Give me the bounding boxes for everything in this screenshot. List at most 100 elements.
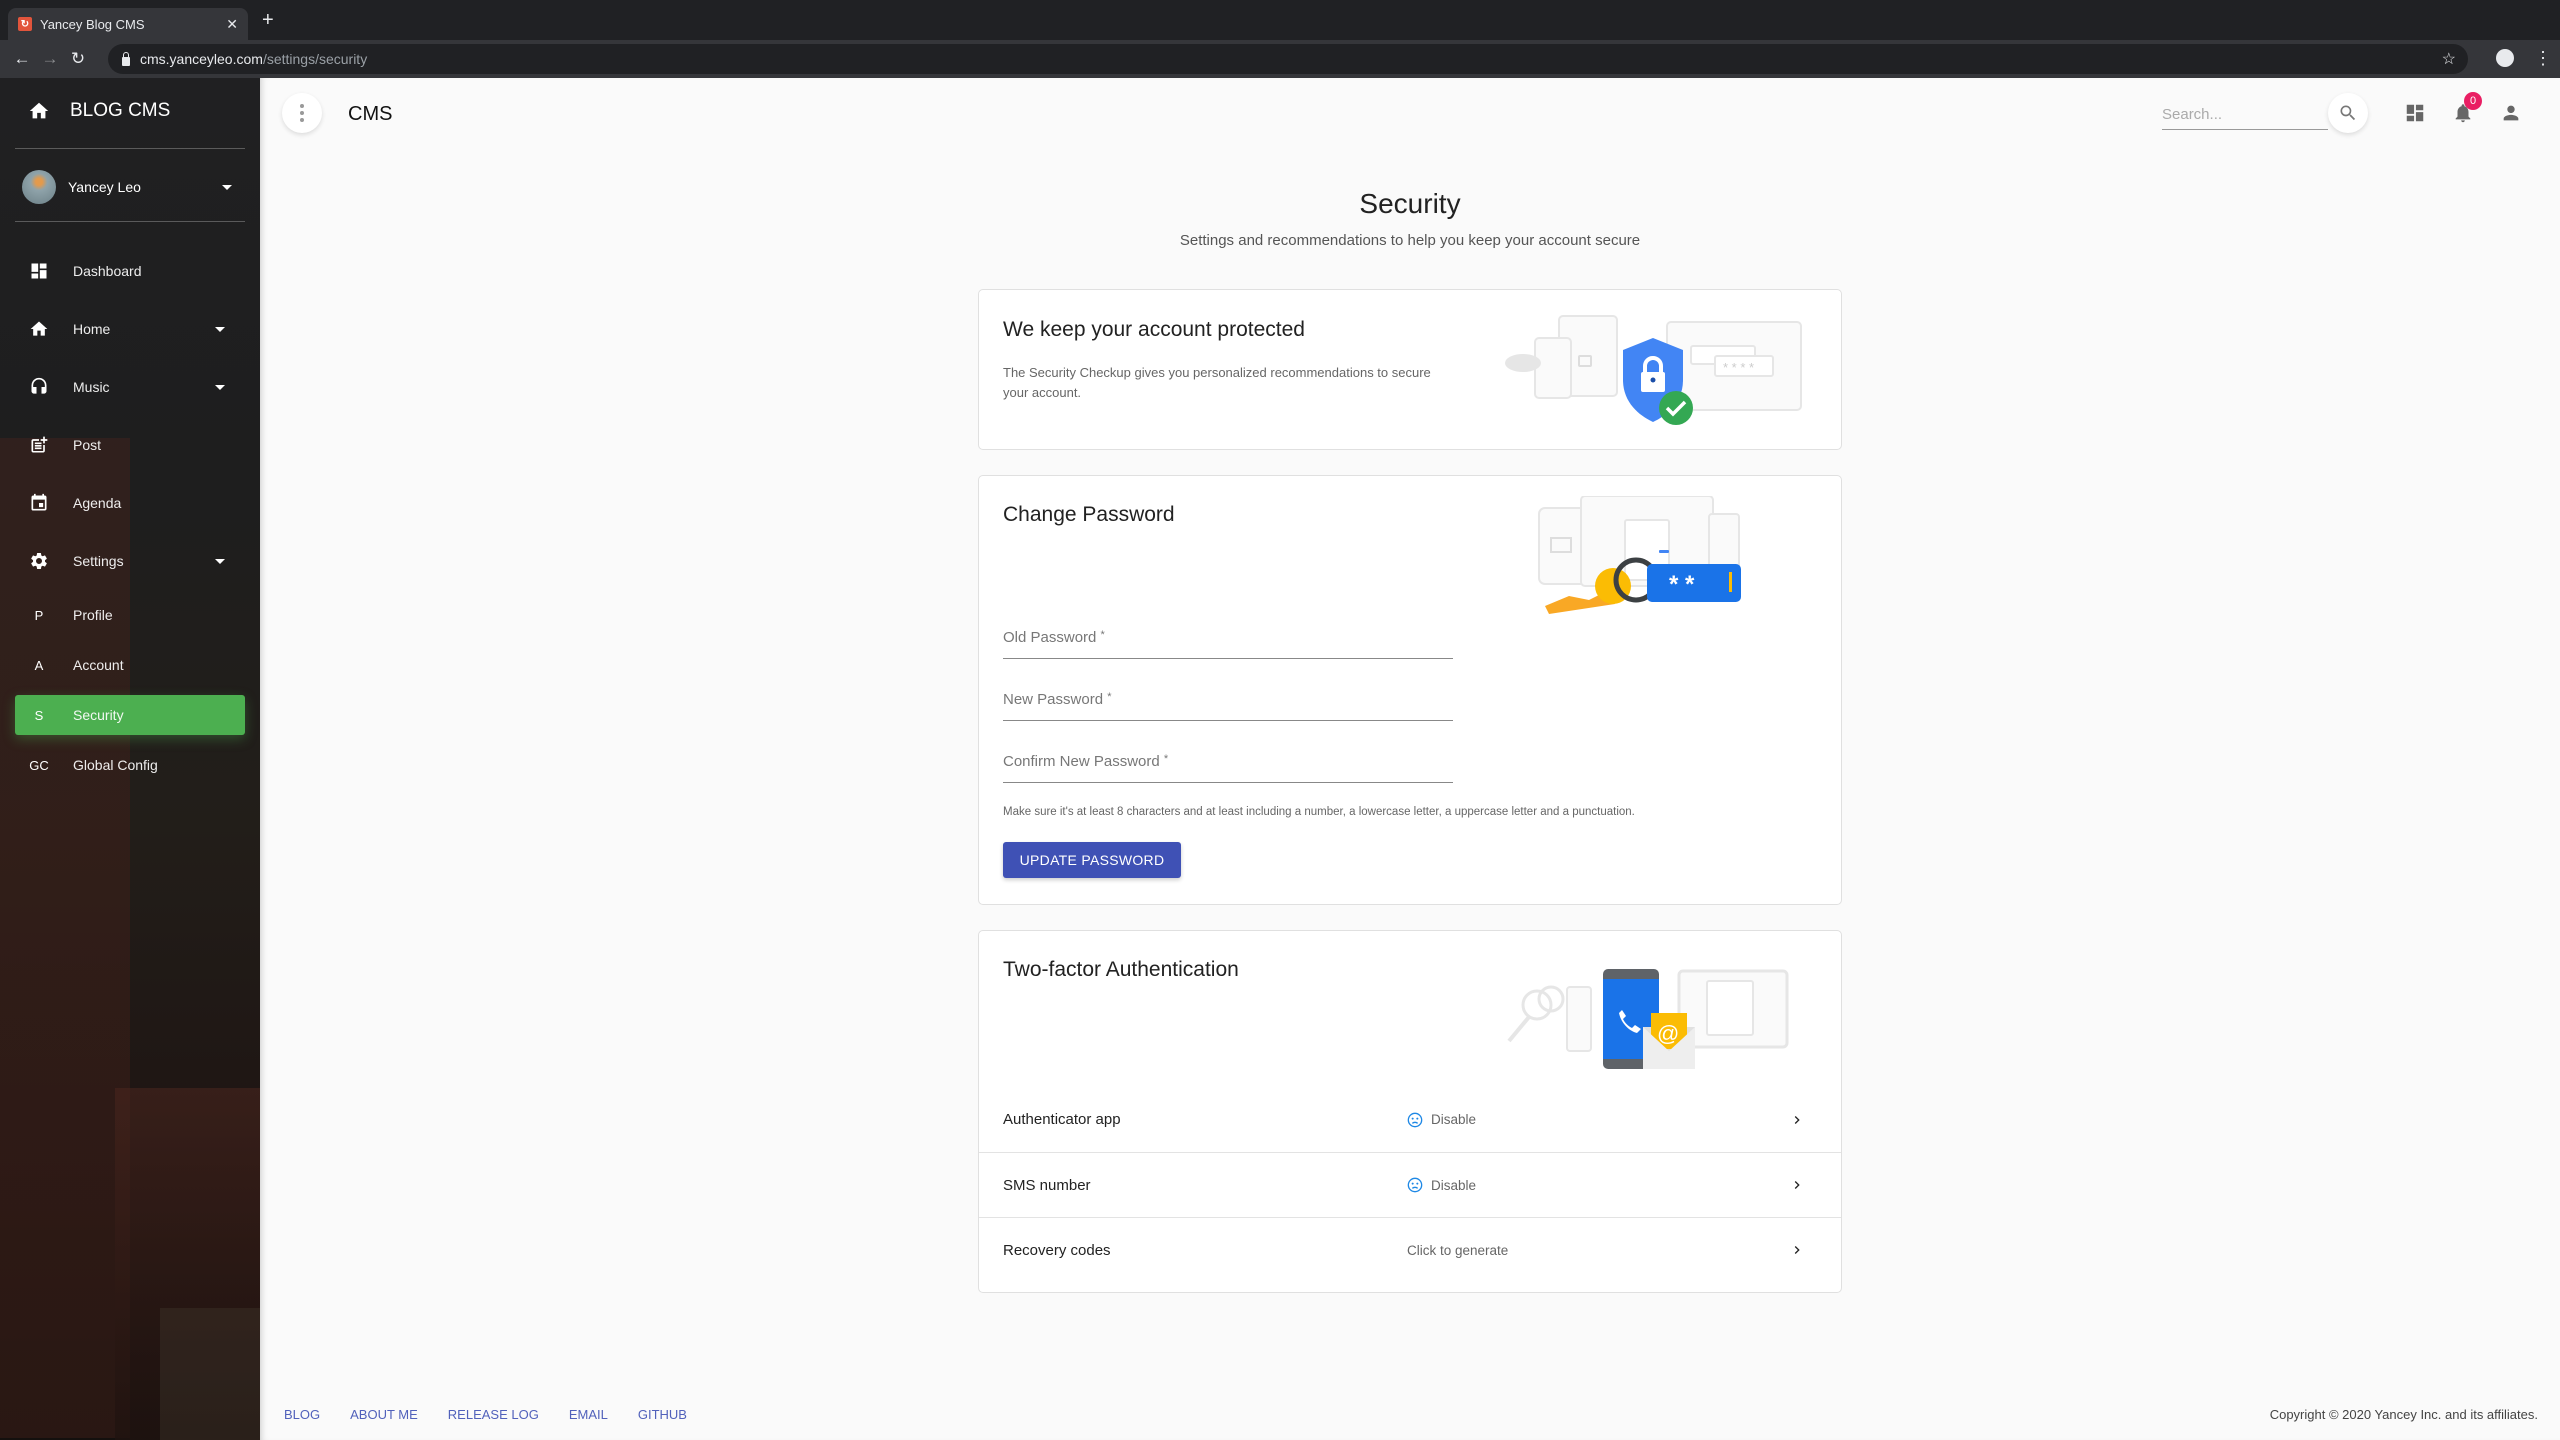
notifications-button[interactable]: 0 — [2450, 92, 2482, 126]
tfa-row-status: Disable — [1407, 1177, 1476, 1193]
notification-badge: 0 — [2464, 92, 2482, 110]
tfa-row-sms[interactable]: SMS number Disable — [979, 1152, 1841, 1217]
sidebar-background-image — [0, 438, 130, 1438]
home-icon — [29, 102, 49, 119]
new-tab-button[interactable]: + — [262, 10, 274, 30]
url-host: cms.yanceyleo.com — [140, 51, 263, 67]
sidebar-item-agenda[interactable]: Agenda — [15, 483, 245, 523]
bookmark-star-icon[interactable]: ☆ — [2442, 49, 2456, 69]
user-name: Yancey Leo — [68, 179, 141, 195]
two-factor-card: Two-factor Authentication @ Authenticato… — [978, 930, 1842, 1293]
browser-profile-icon[interactable] — [2496, 49, 2514, 67]
tfa-status-text: Disable — [1431, 1112, 1477, 1127]
person-icon — [2503, 105, 2519, 121]
sidebar-item-label: Home — [73, 321, 111, 337]
sidebar-item-abbr: S — [34, 707, 44, 723]
footer-link-github[interactable]: GITHUB — [638, 1407, 687, 1422]
tfa-row-authenticator[interactable]: Authenticator app Disable — [979, 1087, 1841, 1152]
sidebar-item-dashboard[interactable]: Dashboard — [15, 251, 245, 291]
update-password-button[interactable]: UPDATE PASSWORD — [1003, 842, 1181, 878]
copyright: Copyright © 2020 Yancey Inc. and its aff… — [2269, 1407, 2538, 1422]
new-password-input[interactable] — [1003, 685, 1453, 720]
page-subtitle: Settings and recommendations to help you… — [1179, 232, 1641, 249]
footer-links: BLOG ABOUT ME RELEASE LOG EMAIL GITHUB — [284, 1407, 687, 1422]
sidebar-item-label: Music — [73, 379, 110, 395]
sidebar-item-label: Settings — [73, 553, 124, 569]
search-input[interactable] — [2162, 106, 2328, 123]
sidebar-item-security[interactable]: S Security — [15, 695, 245, 735]
card-description: The Security Checkup gives you personali… — [1003, 365, 1431, 400]
old-password-field[interactable]: Old Password * — [1003, 623, 1453, 659]
chevron-right-icon — [1794, 1181, 1800, 1189]
sidebar-item-post[interactable]: Post — [15, 425, 245, 465]
sidebar-item-global-config[interactable]: GC Global Config — [15, 745, 245, 785]
sidebar-item-label: Agenda — [73, 495, 122, 511]
change-password-card: Change Password * * Old Password * New P… — [978, 475, 1842, 905]
sidebar-background-image-part — [160, 1308, 260, 1440]
confirm-password-field[interactable]: Confirm New Password * — [1003, 747, 1453, 783]
confirm-password-input[interactable] — [1003, 747, 1453, 782]
favicon-icon: ↻ — [18, 17, 32, 31]
password-hint: Make sure it's at least 8 characters and… — [1003, 806, 1635, 818]
forward-icon[interactable]: → — [36, 49, 64, 69]
dashboard-view-button[interactable] — [2402, 100, 2428, 126]
caret-down-icon — [222, 184, 232, 190]
address-bar[interactable]: cms.yanceyleo.com/settings/security ☆ — [108, 44, 2468, 74]
avatar — [22, 170, 56, 204]
sad-face-icon — [1407, 1112, 1423, 1127]
svg-text:* * * *: * * * * — [1723, 360, 1754, 375]
sidebar: BLOG CMS Yancey Leo Dashboard Home Music… — [0, 78, 260, 1440]
close-tab-icon[interactable]: ✕ — [226, 16, 238, 33]
password-key-illustration: * * — [1538, 496, 1741, 614]
page-title: Security — [1359, 188, 1461, 219]
home-icon — [29, 319, 49, 339]
old-password-input[interactable] — [1003, 623, 1453, 658]
caret-down-icon — [215, 558, 225, 564]
lock-icon — [122, 51, 130, 66]
sidebar-item-settings[interactable]: Settings — [15, 541, 245, 581]
footer-link-blog[interactable]: BLOG — [284, 1407, 320, 1422]
back-icon[interactable]: ← — [8, 49, 36, 69]
sad-face-icon — [1407, 1177, 1423, 1193]
tfa-status-text: Click to generate — [1407, 1242, 1509, 1258]
new-password-field[interactable]: New Password * — [1003, 685, 1453, 721]
reload-icon[interactable]: ↻ — [64, 49, 92, 69]
sidebar-item-label: Profile — [73, 607, 113, 623]
sidebar-item-abbr: P — [34, 607, 44, 623]
tfa-row-recovery-codes[interactable]: Recovery codes Click to generate — [979, 1217, 1841, 1282]
tfa-row-status: Disable — [1407, 1112, 1476, 1128]
headphones-icon — [29, 377, 49, 397]
tfa-row-label: Authenticator app — [1003, 1111, 1121, 1128]
browser-tab[interactable]: ↻ Yancey Blog CMS ✕ — [8, 8, 248, 40]
sidebar-item-profile[interactable]: P Profile — [15, 595, 245, 635]
search-icon — [2340, 105, 2356, 121]
account-button[interactable] — [2498, 100, 2524, 126]
footer-link-email[interactable]: EMAIL — [569, 1407, 608, 1422]
post-add-icon — [29, 435, 49, 455]
card-title: We keep your account protected — [1003, 318, 1305, 341]
caret-down-icon — [215, 326, 225, 332]
search-button[interactable] — [2328, 93, 2368, 133]
user-menu[interactable]: Yancey Leo — [22, 170, 232, 204]
sidebar-item-label: Global Config — [73, 757, 158, 773]
header-title: CMS — [348, 103, 393, 125]
sidebar-item-music[interactable]: Music — [15, 367, 245, 407]
brand-title: BLOG CMS — [70, 100, 171, 121]
card-title: Change Password — [1003, 503, 1175, 526]
more-options-button[interactable] — [282, 93, 322, 133]
sidebar-item-account[interactable]: A Account — [15, 645, 245, 685]
browser-toolbar: ← → ↻ cms.yanceyleo.com/settings/securit… — [0, 40, 2560, 78]
brand[interactable]: BLOG CMS — [28, 98, 170, 124]
svg-text:@: @ — [1657, 1021, 1679, 1046]
account-protected-card: We keep your account protected The Secur… — [978, 289, 1842, 450]
search-field[interactable] — [2162, 100, 2328, 130]
calendar-icon — [29, 493, 49, 513]
footer-link-about-me[interactable]: ABOUT ME — [350, 1407, 418, 1422]
footer-link-release-log[interactable]: RELEASE LOG — [448, 1407, 539, 1422]
sidebar-item-abbr: GC — [29, 757, 49, 773]
security-checkup-illustration: * * * * — [1505, 315, 1802, 425]
sidebar-item-home[interactable]: Home — [15, 309, 245, 349]
browser-menu-icon[interactable]: ⋮ — [2534, 46, 2552, 70]
divider — [15, 148, 245, 149]
svg-text:* *: * * — [1669, 571, 1695, 598]
